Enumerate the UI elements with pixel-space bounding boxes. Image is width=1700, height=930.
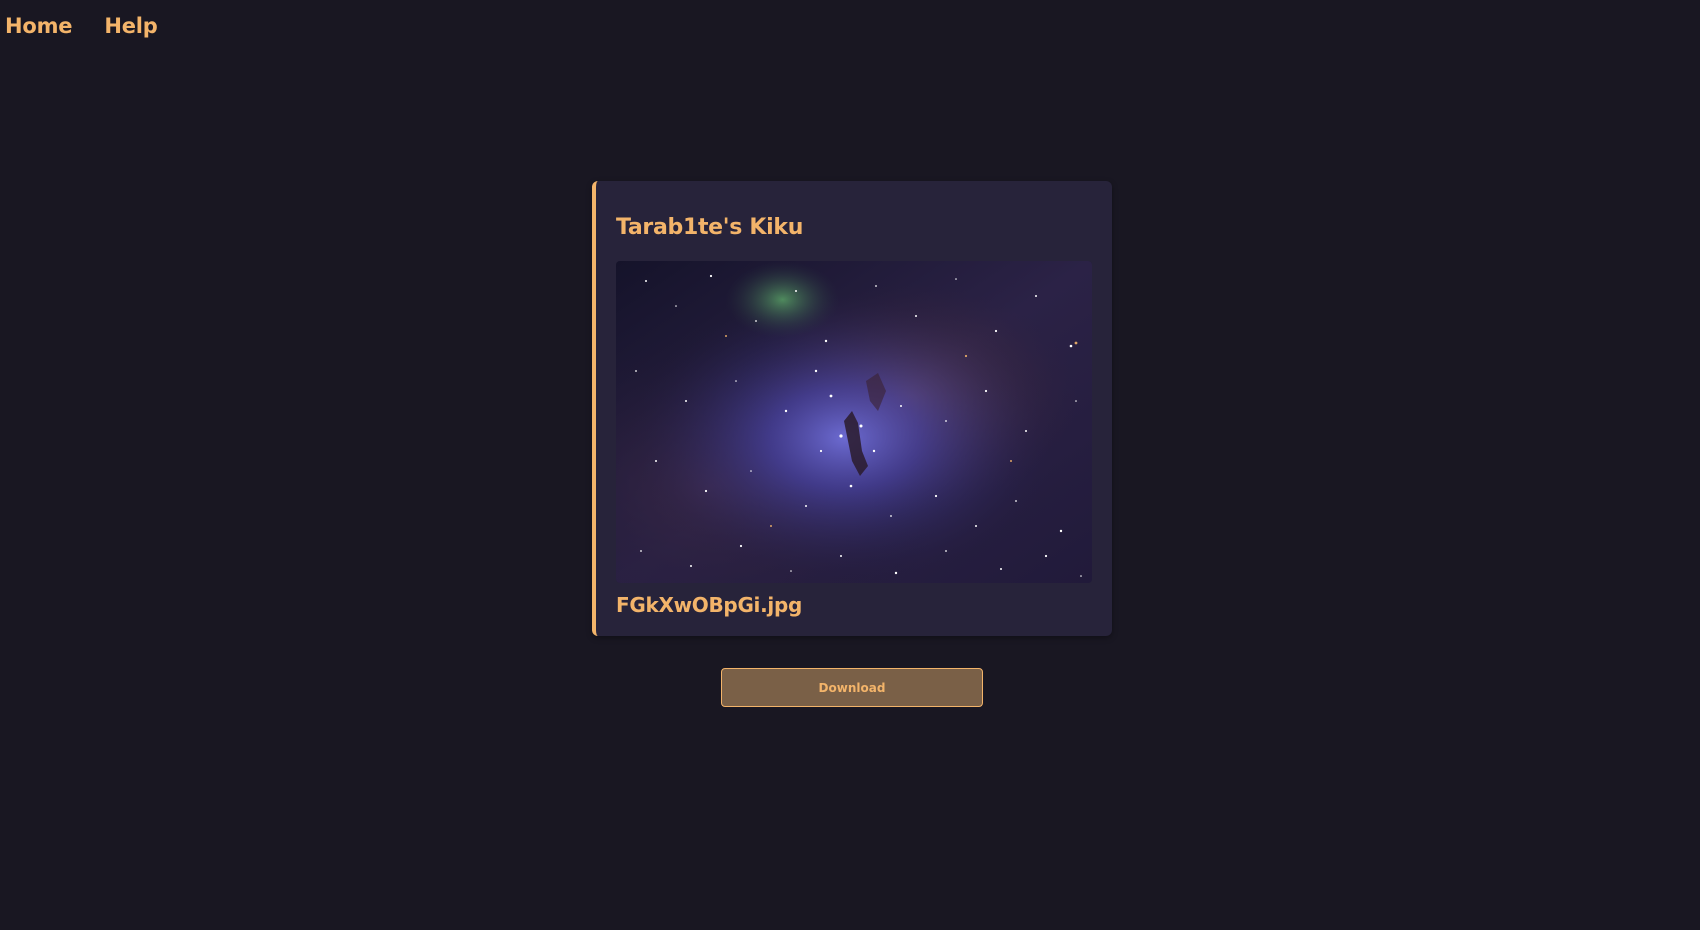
nebula-image (616, 261, 1092, 583)
download-button[interactable]: Download (721, 668, 983, 707)
card-title: Tarab1te's Kiku (616, 215, 804, 240)
top-nav: Home Help (0, 0, 158, 52)
image-card: Tarab1te's Kiku FGkXwOBpGi.jpg (592, 181, 1112, 636)
card-filename: FGkXwOBpGi.jpg (616, 593, 802, 617)
nav-home-link[interactable]: Home (5, 14, 73, 38)
nav-help-link[interactable]: Help (104, 14, 157, 38)
nebula-image-graphic (616, 261, 1092, 583)
